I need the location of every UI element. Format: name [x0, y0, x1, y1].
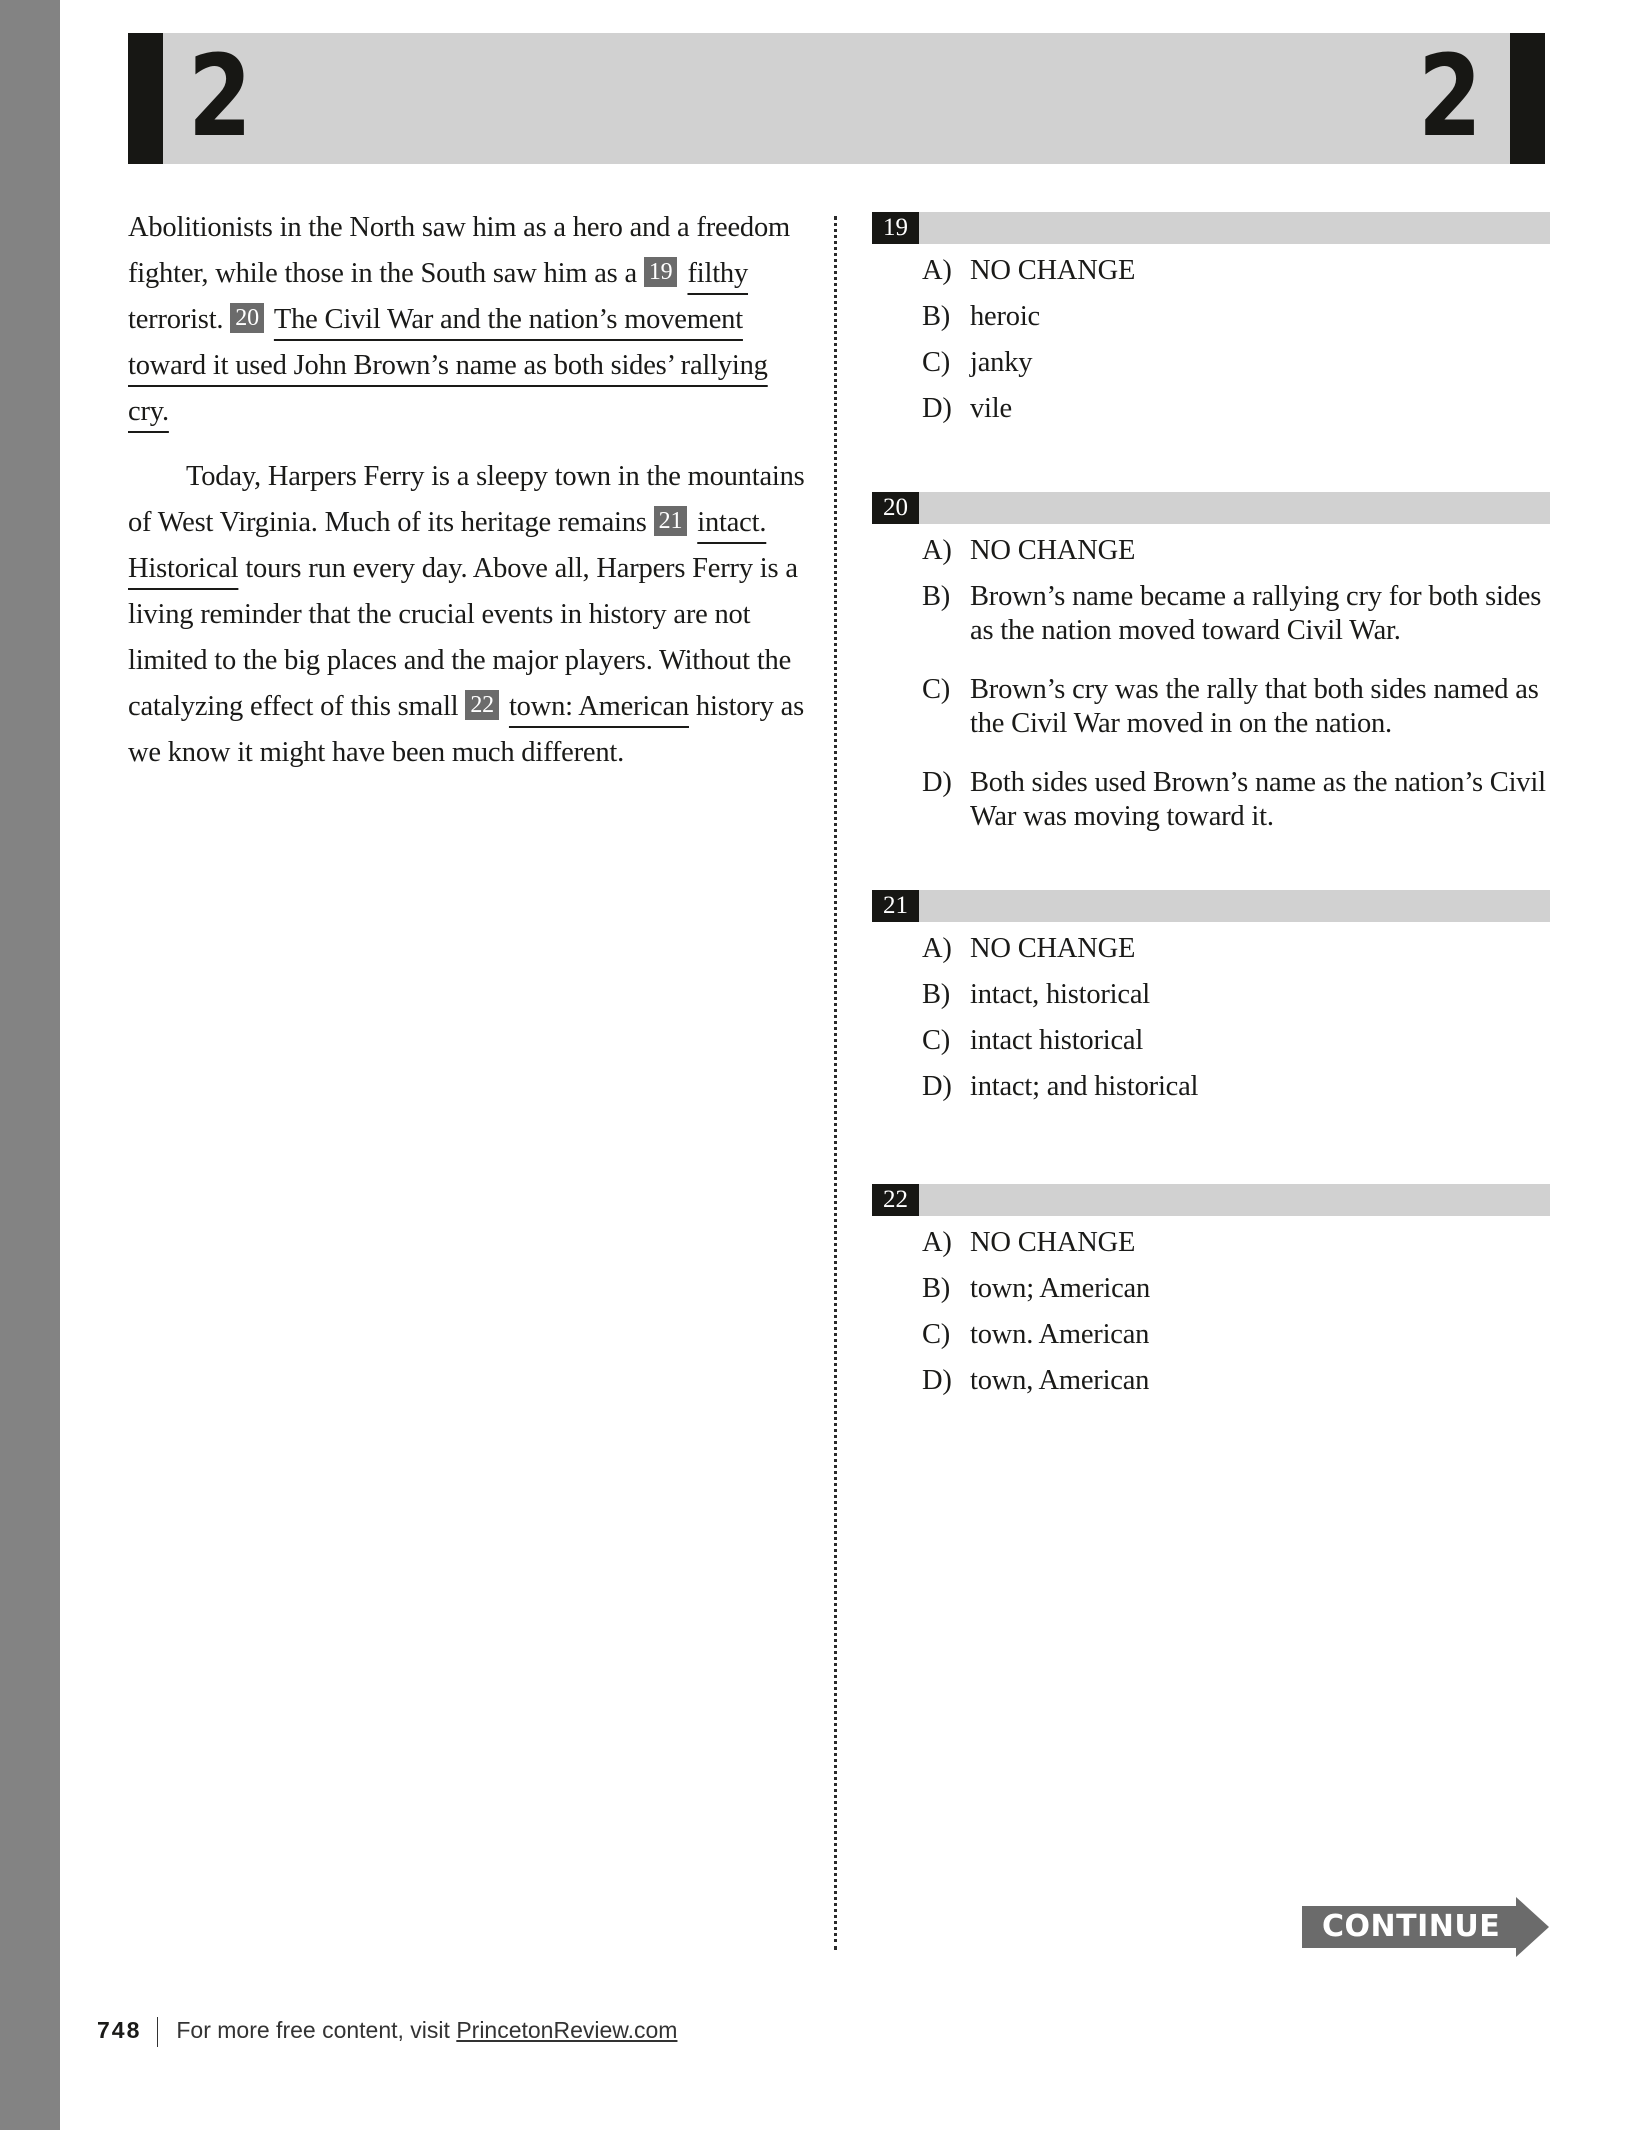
section-header: 2 2	[128, 33, 1545, 164]
answer-option-b[interactable]: B) intact, historical	[872, 978, 1550, 1012]
answer-options: A) NO CHANGE B) town; American C) town. Ame…	[872, 1226, 1550, 1398]
option-text: Brown’s name became a rallying cry for b…	[970, 581, 1542, 646]
passage: Abolitionists in the North saw him as a …	[128, 205, 808, 776]
option-text: NO CHANGE	[970, 255, 1136, 286]
question-number: 20	[872, 492, 919, 524]
option-letter: C)	[922, 674, 951, 705]
question-20: 20 A) NO CHANGE B) Brown’s name became a r…	[872, 492, 1550, 846]
option-letter: B)	[922, 301, 951, 332]
option-letter: D)	[922, 393, 952, 424]
question-bar: 22	[872, 1184, 1550, 1216]
answer-option-d[interactable]: D) Both sides used Brown’s name as the na…	[872, 766, 1550, 834]
option-letter: A)	[922, 933, 952, 964]
section-number-right: 2	[1418, 32, 1482, 162]
underlined-portion-20[interactable]: The Civil War and the nation’s movement …	[128, 304, 768, 427]
answer-option-d[interactable]: D) town, American	[872, 1364, 1550, 1398]
answer-option-d[interactable]: D) vile	[872, 392, 1550, 426]
answer-option-a[interactable]: A) NO CHANGE	[872, 932, 1550, 966]
answer-options: A) NO CHANGE B) heroic C) janky D) vile	[872, 254, 1550, 426]
answer-option-c[interactable]: C) janky	[872, 346, 1550, 380]
option-text: heroic	[970, 301, 1041, 332]
answer-options: A) NO CHANGE B) Brown’s name became a rall…	[872, 534, 1550, 834]
option-letter: D)	[922, 1071, 952, 1102]
question-22: 22 A) NO CHANGE B) town; American C) town. …	[872, 1184, 1550, 1410]
option-text: NO CHANGE	[970, 1227, 1136, 1258]
question-21: 21 A) NO CHANGE B) intact, historical C) in…	[872, 890, 1550, 1116]
option-text: janky	[970, 347, 1033, 378]
option-text: Brown’s cry was the rally that both side…	[970, 674, 1539, 739]
question-marker-19[interactable]: 19	[643, 257, 678, 287]
page-number: 748	[97, 2017, 142, 2043]
question-19: 19 A) NO CHANGE B) heroic C) janky D) vile	[872, 212, 1550, 438]
answer-option-b[interactable]: B) town; American	[872, 1272, 1550, 1306]
option-text: town. American	[970, 1319, 1150, 1350]
option-text: vile	[970, 393, 1012, 424]
option-letter: B)	[922, 581, 951, 612]
option-text: intact, historical	[970, 979, 1151, 1010]
underlined-portion-22[interactable]: town: American	[509, 691, 689, 722]
option-letter: A)	[922, 255, 952, 286]
answer-option-b[interactable]: B) Brown’s name became a rallying cry for…	[872, 580, 1550, 648]
question-bar: 20	[872, 492, 1550, 524]
option-text: town; American	[970, 1273, 1151, 1304]
footer-separator	[157, 2016, 159, 2047]
option-letter: B)	[922, 979, 951, 1010]
option-letter: A)	[922, 1227, 952, 1258]
header-bar-left	[128, 33, 163, 164]
arrow-right-icon	[1516, 1897, 1549, 1957]
option-letter: D)	[922, 1365, 952, 1396]
option-text: intact historical	[970, 1025, 1144, 1056]
option-text: intact; and historical	[970, 1071, 1199, 1102]
option-letter: C)	[922, 1319, 951, 1350]
option-letter: A)	[922, 535, 952, 566]
question-bar: 21	[872, 890, 1550, 922]
option-text: Both sides used Brown’s name as the nati…	[970, 767, 1546, 832]
option-text: NO CHANGE	[970, 933, 1136, 964]
answer-option-a[interactable]: A) NO CHANGE	[872, 534, 1550, 568]
option-letter: C)	[922, 347, 951, 378]
question-bar: 19	[872, 212, 1550, 244]
answer-option-c[interactable]: C) town. American	[872, 1318, 1550, 1352]
continue-label: CONTINUE	[1322, 1909, 1501, 1944]
passage-text: terrorist.	[128, 304, 224, 335]
question-number: 19	[872, 212, 919, 244]
question-number: 22	[872, 1184, 919, 1216]
question-marker-22[interactable]: 22	[465, 690, 499, 720]
option-text: NO CHANGE	[970, 535, 1136, 566]
section-number-left: 2	[188, 32, 252, 162]
answer-option-c[interactable]: C) intact historical	[872, 1024, 1550, 1058]
answer-options: A) NO CHANGE B) intact, historical C) intac…	[872, 932, 1550, 1104]
footer-text: For more free content, visit	[176, 2017, 457, 2043]
answer-option-b[interactable]: B) heroic	[872, 300, 1550, 334]
option-letter: B)	[922, 1273, 951, 1304]
continue-button[interactable]: CONTINUE	[1302, 1897, 1549, 1957]
answer-option-a[interactable]: A) NO CHANGE	[872, 1226, 1550, 1260]
answer-option-c[interactable]: C) Brown’s cry was the rally that both si…	[872, 673, 1550, 741]
question-number: 21	[872, 890, 919, 922]
header-bar-right	[1510, 33, 1545, 164]
option-letter: D)	[922, 767, 952, 798]
answer-option-d[interactable]: D) intact; and historical	[872, 1070, 1550, 1104]
passage-paragraph-2: Today, Harpers Ferry is a sleepy town in…	[128, 454, 808, 776]
question-marker-20[interactable]: 20	[230, 303, 264, 333]
princeton-review-link[interactable]: PrincetonReview.com	[456, 2017, 677, 2043]
underlined-portion-19[interactable]: filthy	[687, 258, 748, 289]
column-divider	[834, 216, 837, 1950]
option-letter: C)	[922, 1025, 951, 1056]
page-footer: 748 For more free content, visit Princeto…	[97, 2014, 677, 2047]
option-text: town, American	[970, 1365, 1150, 1396]
page-edge-sidebar	[0, 0, 60, 2130]
passage-paragraph-1: Abolitionists in the North saw him as a …	[128, 205, 808, 435]
answer-option-a[interactable]: A) NO CHANGE	[872, 254, 1550, 288]
question-marker-21[interactable]: 21	[653, 506, 688, 536]
